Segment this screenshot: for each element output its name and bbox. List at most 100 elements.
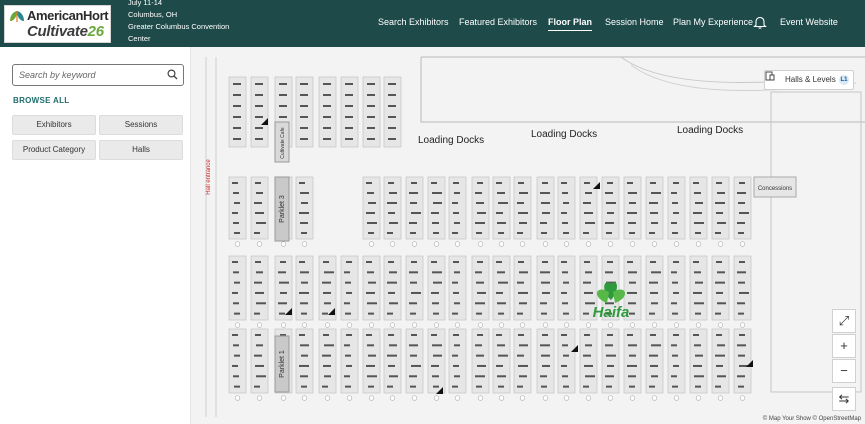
exhibitors-button[interactable]: Exhibitors xyxy=(12,115,96,135)
booth-block[interactable] xyxy=(362,76,381,148)
booth-block[interactable] xyxy=(579,176,598,240)
booth-block[interactable] xyxy=(711,176,730,240)
booth-block[interactable] xyxy=(513,328,532,394)
booth-block[interactable] xyxy=(427,176,446,240)
booth-block[interactable] xyxy=(711,328,730,394)
booth-block[interactable] xyxy=(405,176,424,240)
booth-block[interactable] xyxy=(711,255,730,321)
booth-block[interactable] xyxy=(623,328,642,394)
booth-block[interactable] xyxy=(667,255,686,321)
search-icon[interactable] xyxy=(167,69,178,80)
booth-block[interactable] xyxy=(250,176,269,240)
booth-block[interactable] xyxy=(689,328,708,394)
booth-block[interactable] xyxy=(471,255,490,321)
zoom-out-button[interactable]: − xyxy=(832,359,856,383)
booth-block[interactable] xyxy=(689,176,708,240)
floor-plan-canvas[interactable]: Parklet 3 Parklet 1 Cultivate Cafe Concessi… xyxy=(191,47,865,424)
booth-block[interactable] xyxy=(250,76,269,148)
booth-block[interactable] xyxy=(513,176,532,240)
booth-block[interactable] xyxy=(228,255,247,321)
cultivate-cafe[interactable]: Cultivate Cafe xyxy=(274,121,290,163)
booth-block[interactable] xyxy=(448,255,467,321)
booth-block[interactable] xyxy=(536,255,555,321)
booth-block[interactable] xyxy=(536,328,555,394)
booth-block[interactable] xyxy=(667,328,686,394)
booth-block[interactable] xyxy=(557,255,576,321)
booth-block[interactable] xyxy=(362,255,381,321)
compass-button[interactable]: ⇆ xyxy=(832,387,856,411)
fit-view-button[interactable]: ⤢ xyxy=(832,309,856,333)
booth-block[interactable] xyxy=(295,176,314,240)
booth-block[interactable] xyxy=(228,176,247,240)
nav-session-home[interactable]: Session Home xyxy=(605,17,664,27)
parklet-1[interactable]: Parklet 1 xyxy=(274,335,290,393)
booth-block[interactable] xyxy=(383,176,402,240)
booth-block[interactable] xyxy=(448,176,467,240)
booth-block[interactable] xyxy=(623,176,642,240)
booth-block[interactable] xyxy=(471,176,490,240)
product-category-button[interactable]: Product Category xyxy=(12,140,96,160)
booth-block[interactable] xyxy=(383,76,402,148)
nav-featured-exhibitors[interactable]: Featured Exhibitors xyxy=(459,17,537,27)
booth-block[interactable] xyxy=(340,328,359,394)
booth-block[interactable] xyxy=(250,255,269,321)
booth-block[interactable] xyxy=(274,255,293,321)
sessions-button[interactable]: Sessions xyxy=(99,115,183,135)
booth-block[interactable] xyxy=(295,328,314,394)
nav-plan-my-experience[interactable]: Plan My Experience xyxy=(673,17,753,27)
booth-block[interactable] xyxy=(492,176,511,240)
booth-block[interactable] xyxy=(318,328,337,394)
booth-block[interactable] xyxy=(689,255,708,321)
nav-event-website[interactable]: Event Website xyxy=(780,17,838,27)
booth-block[interactable] xyxy=(383,328,402,394)
parklet-3[interactable]: Parklet 3 xyxy=(274,176,290,242)
booth-block[interactable] xyxy=(228,328,247,394)
booth-block[interactable] xyxy=(362,328,381,394)
booth-block[interactable] xyxy=(471,328,490,394)
hall-entrance-label: Hall entrance xyxy=(206,159,212,195)
booth-block[interactable] xyxy=(318,76,337,148)
halls-button[interactable]: Halls xyxy=(99,140,183,160)
booth-block[interactable] xyxy=(362,176,381,240)
booth-block[interactable] xyxy=(250,328,269,394)
halls-levels-button[interactable]: Halls & Levels L1 xyxy=(764,70,854,90)
booth-block[interactable] xyxy=(579,328,598,394)
booth-block[interactable] xyxy=(427,328,446,394)
concessions[interactable]: Concessions xyxy=(753,176,797,198)
booth-block[interactable] xyxy=(492,328,511,394)
booth-block[interactable] xyxy=(645,255,664,321)
booth-block[interactable] xyxy=(340,76,359,148)
zoom-in-button[interactable]: + xyxy=(832,334,856,358)
booth-block[interactable] xyxy=(405,255,424,321)
browse-all-link[interactable]: BROWSE ALL xyxy=(13,96,69,105)
booth-block[interactable] xyxy=(295,255,314,321)
booth-block[interactable] xyxy=(733,328,752,394)
booth-block[interactable] xyxy=(513,255,532,321)
logo-leaf-icon xyxy=(10,11,24,22)
booth-block[interactable] xyxy=(601,176,620,240)
booth-block[interactable] xyxy=(733,255,752,321)
booth-block[interactable] xyxy=(557,176,576,240)
booth-block[interactable] xyxy=(645,328,664,394)
nav-search-exhibitors[interactable]: Search Exhibitors xyxy=(378,17,449,27)
nav-floor-plan[interactable]: Floor Plan xyxy=(548,17,593,31)
booth-block[interactable] xyxy=(340,255,359,321)
search-input[interactable] xyxy=(12,64,184,86)
booth-block[interactable] xyxy=(536,176,555,240)
bell-icon[interactable] xyxy=(753,15,767,29)
booth-block[interactable] xyxy=(228,76,247,148)
floor-plan-map[interactable]: Parklet 3 Parklet 1 Cultivate Cafe Concessi… xyxy=(190,47,865,424)
booth-block[interactable] xyxy=(601,328,620,394)
booth-block[interactable] xyxy=(295,76,314,148)
booth-block[interactable] xyxy=(645,176,664,240)
booth-block[interactable] xyxy=(383,255,402,321)
booth-block[interactable] xyxy=(427,255,446,321)
booth-block[interactable] xyxy=(667,176,686,240)
booth-block[interactable] xyxy=(492,255,511,321)
booth-block[interactable] xyxy=(405,328,424,394)
booth-block[interactable] xyxy=(557,328,576,394)
booth-block[interactable] xyxy=(733,176,752,240)
booth-marker xyxy=(695,241,702,247)
americanhort-logo[interactable]: AmericanHort Cultivate26 xyxy=(4,5,111,43)
booth-block[interactable] xyxy=(448,328,467,394)
